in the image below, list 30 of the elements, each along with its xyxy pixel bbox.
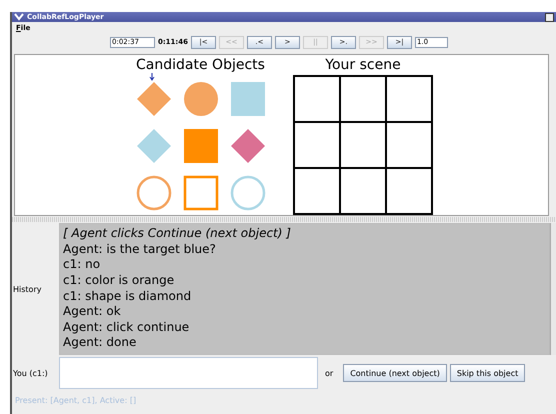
history-line: Agent: ok — [63, 304, 122, 320]
history-line: Agent: is the target blue? — [63, 242, 217, 258]
action-button[interactable]: Skip this object — [450, 364, 526, 382]
history-label: History — [12, 284, 42, 294]
scene-grid[interactable] — [293, 75, 433, 215]
square-shape[interactable] — [184, 128, 218, 162]
circle-shape[interactable] — [184, 82, 218, 116]
diamond-shape[interactable] — [230, 128, 264, 162]
diamond-shape[interactable] — [136, 82, 170, 116]
history-line: [ Agent clicks Continue (next object) ] — [63, 226, 292, 242]
scene-title: Your scene — [325, 57, 401, 73]
candidates-title: Candidate Objects — [136, 57, 265, 73]
minimize-button[interactable] — [545, 12, 554, 22]
message-field[interactable] — [59, 357, 318, 389]
square-shape[interactable] — [183, 175, 218, 210]
history-line: c1: no — [63, 257, 102, 274]
chevron-icon[interactable] — [14, 13, 24, 21]
status-text: Present: [Agent, c1], Active: [] — [15, 396, 136, 405]
input-label: You (c1:) — [12, 368, 49, 378]
history-line: c1: color is orange — [63, 273, 176, 289]
or-label: or — [325, 368, 334, 378]
circle-shape[interactable] — [136, 175, 171, 210]
action-button[interactable]: Continue (next object) — [343, 364, 447, 382]
circle-shape[interactable] — [230, 175, 265, 210]
scrollbar[interactable] — [550, 223, 556, 355]
history-line: c1: shape is diamond — [63, 288, 192, 304]
history-line: Agent: done — [63, 335, 138, 351]
diamond-shape[interactable] — [136, 128, 170, 162]
history-line: Agent: click continue — [63, 320, 190, 336]
square-shape[interactable] — [230, 82, 264, 116]
